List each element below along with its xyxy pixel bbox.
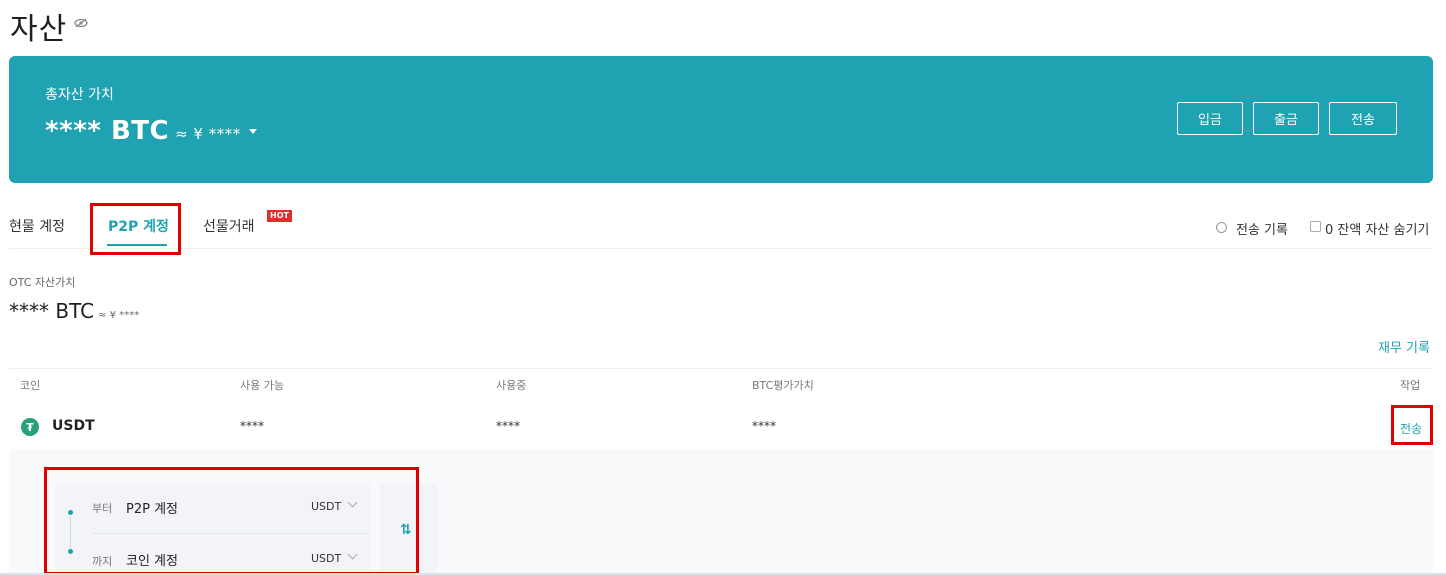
row-in-use: **** xyxy=(496,419,520,433)
eye-hidden-icon[interactable] xyxy=(74,18,88,28)
header-coin: 코인 xyxy=(20,379,41,392)
tab-futures[interactable]: 선물거래 xyxy=(203,216,255,236)
hide-zero-checkbox[interactable] xyxy=(1310,221,1321,232)
hide-zero-label[interactable]: 0 잔액 자산 숨기기 xyxy=(1325,219,1429,238)
total-assets-value: **** BTC ≈ ¥ **** xyxy=(45,116,257,146)
transfer-history-icon[interactable] xyxy=(1216,222,1227,233)
transfer-separator xyxy=(92,533,370,534)
table-top-divider xyxy=(9,368,1433,369)
usdt-tether-icon: ₮ xyxy=(21,418,39,436)
otc-asset-label: OTC 자산가치 xyxy=(9,276,76,289)
to-label: 까지 xyxy=(92,555,113,568)
header-in-use: 사용중 xyxy=(496,379,527,392)
total-assets-label: 총자산 가치 xyxy=(45,87,114,103)
row-btc-value: **** xyxy=(752,419,776,433)
dot-connector xyxy=(70,516,71,552)
from-dot xyxy=(68,510,73,515)
otc-asset-value: **** BTC ≈ ¥ **** xyxy=(9,299,139,323)
page-title: 자산 xyxy=(10,12,68,47)
header-available: 사용 가능 xyxy=(240,379,284,392)
row-coin-name: USDT xyxy=(52,418,95,434)
from-coin[interactable]: USDT xyxy=(311,500,341,513)
from-account-select[interactable]: P2P 계정 xyxy=(126,498,178,517)
to-dot xyxy=(68,549,73,554)
total-assets-btc: **** BTC xyxy=(45,116,170,146)
total-assets-approx: ≈ ¥ **** xyxy=(175,125,241,143)
otc-approx: ≈ ¥ **** xyxy=(98,310,140,321)
tab-p2p-account[interactable]: P2P 계정 xyxy=(108,216,169,236)
header-btc-value: BTC평가가치 xyxy=(752,379,814,392)
tab-spot-account[interactable]: 현물 계정 xyxy=(9,216,65,236)
currency-caret-icon[interactable] xyxy=(248,129,257,134)
from-label: 부터 xyxy=(92,502,113,515)
swap-direction-icon[interactable]: ⇅ xyxy=(400,522,412,538)
otc-btc-value: **** BTC xyxy=(9,299,95,323)
hot-badge: HOT xyxy=(267,210,292,222)
to-account-select[interactable]: 코인 계정 xyxy=(126,550,178,569)
transfer-history-link[interactable]: 전송 기록 xyxy=(1236,219,1288,238)
transfer-button[interactable]: 전송 xyxy=(1329,102,1397,135)
withdraw-button[interactable]: 출금 xyxy=(1253,102,1319,135)
finance-record-link[interactable]: 재무 기록 xyxy=(1378,337,1430,356)
deposit-button[interactable]: 입금 xyxy=(1177,102,1243,135)
total-assets-banner: 총자산 가치 **** BTC ≈ ¥ **** 입금 출금 전송 xyxy=(9,56,1433,183)
row-available: **** xyxy=(240,419,264,433)
header-action: 작업 xyxy=(1400,379,1421,392)
active-tab-underline xyxy=(107,244,167,246)
to-coin[interactable]: USDT xyxy=(311,552,341,565)
row-transfer-link[interactable]: 전송 xyxy=(1400,420,1422,437)
